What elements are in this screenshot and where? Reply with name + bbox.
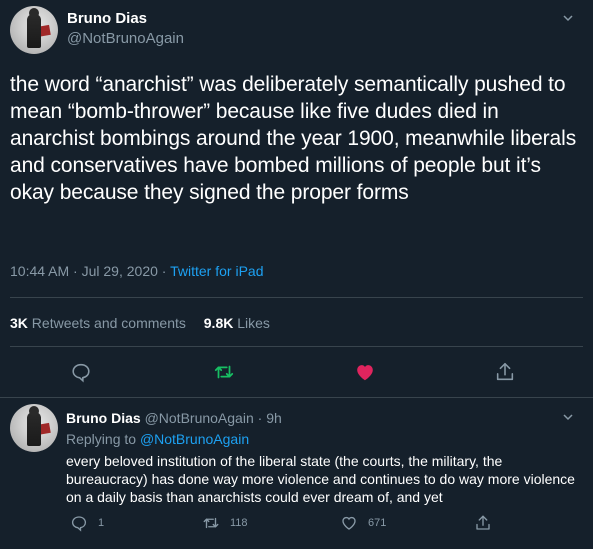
author-name[interactable]: Bruno Dias xyxy=(67,10,147,27)
retweet-count: 118 xyxy=(230,517,248,529)
tweet-date[interactable]: Jul 29, 2020 xyxy=(82,263,158,279)
divider xyxy=(10,346,583,347)
avatar[interactable] xyxy=(10,404,58,452)
heart-icon xyxy=(342,516,356,530)
like-button[interactable]: 671 xyxy=(340,514,386,532)
speech-bubble-icon[interactable] xyxy=(70,361,92,383)
separator: · xyxy=(257,410,263,426)
reply-button[interactable]: 1 xyxy=(70,514,104,532)
tweet-meta: 10:44 AM · Jul 29, 2020 · Twitter for iP… xyxy=(10,263,263,279)
retweets-stat[interactable]: 3K Retweets and comments xyxy=(10,315,190,331)
chevron-down-icon[interactable] xyxy=(563,13,573,23)
main-tweet: Bruno Dias @NotBrunoAgain the word “anar… xyxy=(0,0,593,358)
share-button[interactable] xyxy=(474,514,502,532)
replying-label: Replying to xyxy=(66,431,137,447)
like-count: 671 xyxy=(368,517,387,529)
tweet-actions xyxy=(0,358,593,388)
author-name[interactable]: Bruno Dias xyxy=(66,410,141,426)
divider xyxy=(10,297,583,298)
tweet-time[interactable]: 10:44 AM xyxy=(10,263,69,279)
likes-count: 9.8K xyxy=(203,315,234,331)
tweet-age[interactable]: 9h xyxy=(266,410,282,426)
divider xyxy=(0,397,593,398)
avatar[interactable] xyxy=(10,6,58,54)
reply-count: 1 xyxy=(98,517,105,529)
retweets-count: 3K xyxy=(10,315,28,331)
share-upload-icon[interactable] xyxy=(494,361,516,383)
separator: · xyxy=(161,263,167,279)
chevron-down-icon[interactable] xyxy=(563,412,573,422)
author-handle[interactable]: @NotBrunoAgain xyxy=(145,410,254,426)
likes-stat[interactable]: 9.8K Likes xyxy=(204,315,270,331)
retweet-arrows-icon[interactable] xyxy=(213,361,235,383)
reply-text: every beloved institution of the liberal… xyxy=(66,453,575,505)
speech-bubble-icon xyxy=(71,516,87,532)
tweet-stats: 3K Retweets and comments 9.8K Likes xyxy=(10,315,270,331)
share-upload-icon xyxy=(476,515,490,530)
retweets-label: Retweets and comments xyxy=(31,315,186,331)
reply-header: Bruno Dias @NotBrunoAgain · 9h xyxy=(66,410,282,426)
tweet-source-link[interactable]: Twitter for iPad xyxy=(170,263,263,279)
retweet-button[interactable]: 118 xyxy=(202,514,248,532)
retweet-arrows-icon xyxy=(203,517,219,529)
tweet-text: the word “anarchist” was deliberately se… xyxy=(10,73,577,204)
likes-label: Likes xyxy=(237,315,270,331)
replying-to-link[interactable]: @NotBrunoAgain xyxy=(140,431,249,447)
replying-to: Replying to @NotBrunoAgain xyxy=(66,431,249,447)
separator: · xyxy=(73,263,78,279)
heart-icon[interactable] xyxy=(354,361,376,383)
author-handle[interactable]: @NotBrunoAgain xyxy=(67,30,184,47)
